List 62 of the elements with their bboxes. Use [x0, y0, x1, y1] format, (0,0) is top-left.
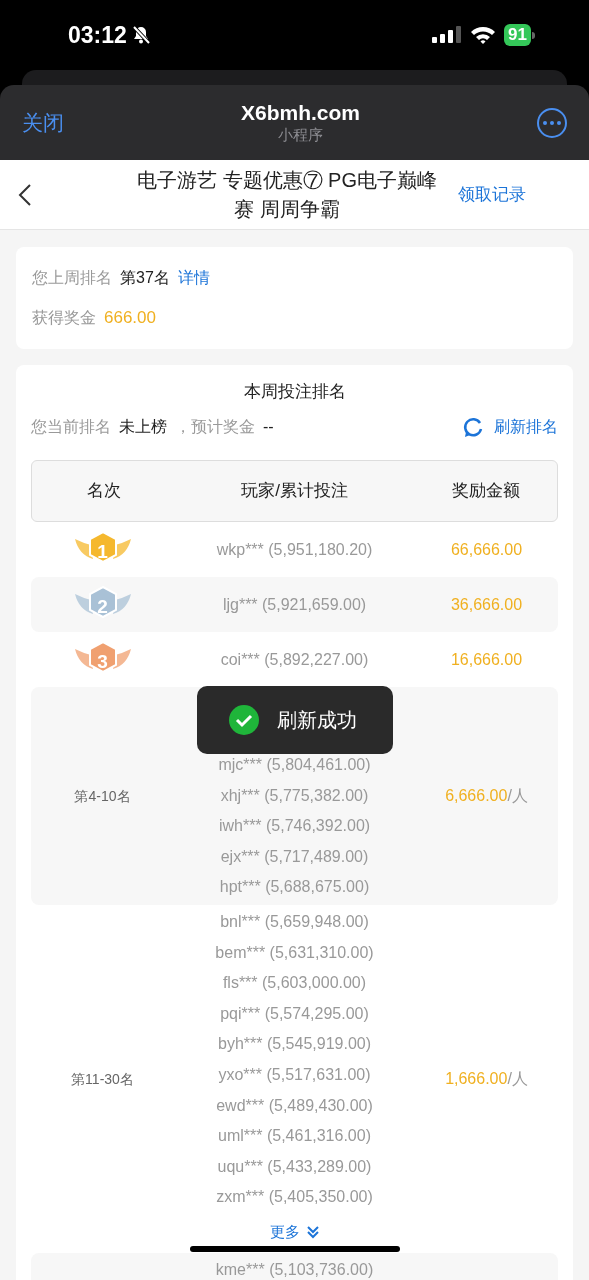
player-entry: mjc*** (5,804,461.00): [218, 755, 371, 775]
prize-amount: 6,666.00: [445, 787, 508, 804]
rank-range: 第11-30名: [71, 1071, 134, 1088]
battery-level: 91: [504, 24, 531, 46]
refresh-icon: [462, 416, 484, 438]
column-header: 名次: [85, 480, 122, 503]
close-button[interactable]: 关闭: [22, 106, 64, 139]
bonus-value: 666.00: [104, 307, 156, 330]
estimate-value: --: [263, 417, 274, 437]
player-entry: coi*** (5,892,227.00): [219, 649, 370, 670]
estimate-label: ，预计奖金: [175, 417, 255, 437]
player-entry: pqi*** (5,574,295.00): [220, 1003, 369, 1024]
column-header: 奖励金额: [450, 480, 521, 503]
column-header: 玩家/累计投注: [240, 480, 349, 503]
player-entry: uqu*** (5,433,289.00): [217, 1156, 372, 1177]
player-entry: kme*** (5,103,736.00): [215, 1260, 374, 1280]
status-time: 03:12: [68, 20, 127, 50]
player-entry: byh*** (5,545,919.00): [218, 1034, 371, 1055]
claim-records-link[interactable]: 领取记录: [458, 181, 526, 208]
rank-range: 第4-10名: [74, 788, 131, 804]
player-entry: uml*** (5,461,316.00): [218, 1126, 371, 1147]
battery-tip: [532, 31, 535, 39]
double-chevron-icon: [305, 1225, 320, 1240]
player-entry: bnl*** (5,659,948.00): [220, 911, 369, 932]
player-entry: ewd*** (5,489,430.00): [216, 1095, 373, 1116]
player-entry: bem*** (5,631,310.00): [215, 942, 374, 963]
prize-unit: /人: [507, 1070, 528, 1088]
success-check-icon: [228, 704, 259, 735]
current-rank-label: 您当前排名: [31, 417, 111, 437]
app-subtitle: 小程序: [278, 124, 323, 145]
app-title: X6bmh.com: [241, 100, 360, 125]
bonus-label: 获得奖金: [32, 308, 96, 328]
player-entry: zxm*** (5,405,350.00): [216, 1187, 373, 1208]
player-entry: fls*** (5,603,000.00): [222, 973, 367, 994]
section-title: 本周投注排名: [242, 381, 347, 403]
player-entry: yxo*** (5,517,631.00): [218, 1064, 371, 1085]
rank-value: 第37名: [120, 268, 170, 288]
toast-text: 刷新成功: [276, 707, 357, 733]
prize-amount: 66,666.00: [449, 539, 524, 560]
signal-icon: [432, 25, 463, 45]
medal-number: 2: [96, 594, 109, 619]
medal-number: 3: [96, 649, 109, 674]
prize-amount: 16,666.00: [449, 649, 524, 670]
current-rank-value: 未上榜: [119, 417, 167, 437]
more-options-button[interactable]: [537, 107, 567, 138]
more-button[interactable]: 更多: [269, 1220, 320, 1244]
player-entry: hpt*** (5,688,675.00): [219, 877, 370, 898]
player-entry: ejx*** (5,717,489.00): [220, 846, 369, 867]
refresh-button[interactable]: 刷新排名: [462, 415, 558, 439]
page-title: 电子游艺 专题优惠⑦ PG电子巅峰赛 周周争霸: [136, 167, 438, 222]
player-entry: ljg*** (5,921,659.00): [221, 594, 368, 615]
medal-number: 1: [96, 539, 109, 564]
muted-bell-icon: [130, 25, 151, 45]
prize-amount: 1,666.00: [445, 1070, 508, 1088]
wifi-icon: [470, 25, 497, 45]
player-entry: wkp*** (5,951,180.20): [215, 539, 374, 560]
rank-label: 您上周排名: [32, 268, 112, 288]
player-entry: xhj*** (5,775,382.00): [220, 785, 369, 806]
details-link[interactable]: 详情: [177, 266, 210, 290]
prize-unit: /人: [507, 787, 528, 804]
prize-amount: 36,666.00: [449, 594, 524, 615]
player-entry: iwh*** (5,746,392.00): [218, 816, 371, 837]
